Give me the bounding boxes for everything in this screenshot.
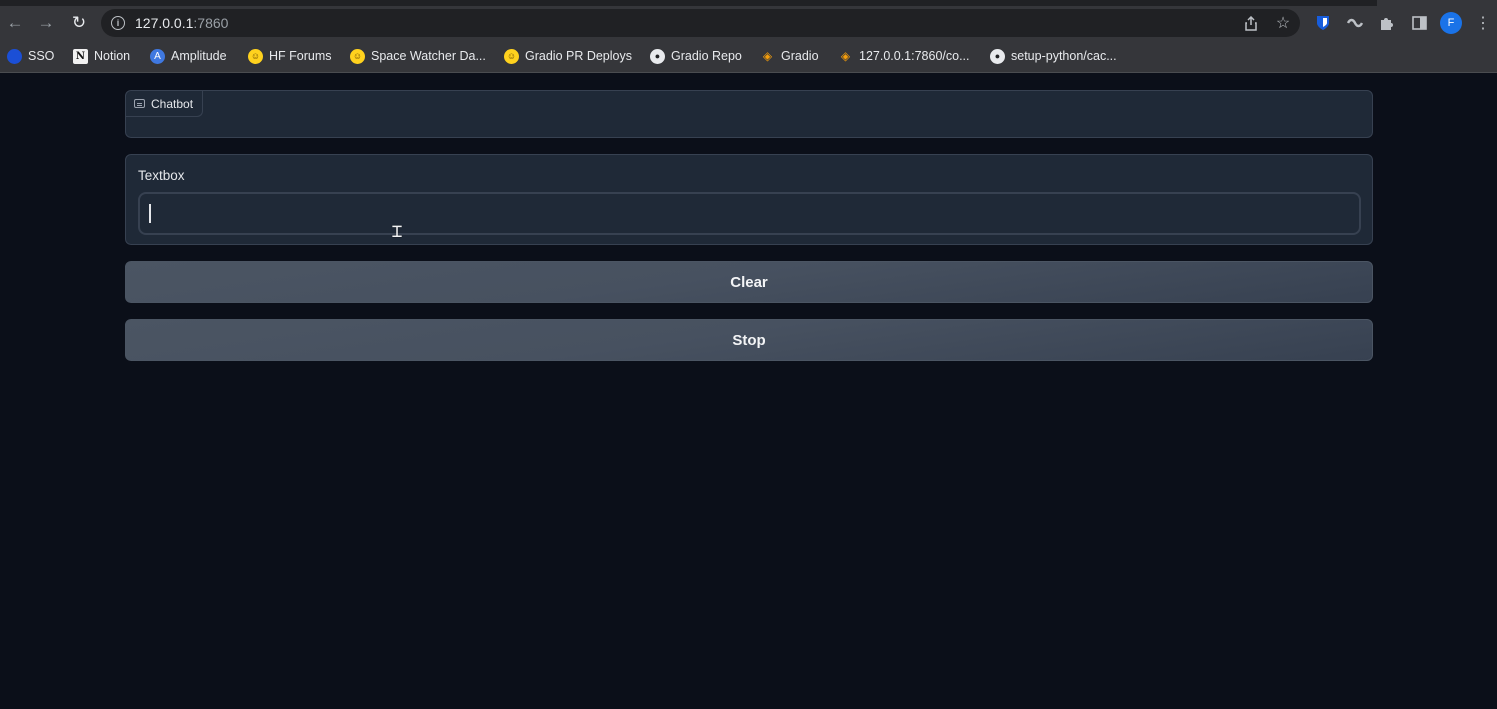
github-icon: ● xyxy=(990,48,1005,64)
bookmark-amplitude[interactable]: A Amplitude xyxy=(150,47,227,65)
bookmark-gradio-pr-deploys[interactable]: ☺ Gradio PR Deploys xyxy=(504,47,632,65)
huggingface-icon: ☺ xyxy=(248,48,263,64)
bookmarks-bar: SSO N Notion A Amplitude ☺ HF Forums ☺ Space… xyxy=(0,40,1497,73)
profile-avatar[interactable]: F xyxy=(1440,12,1462,34)
bookmark-label: Gradio Repo xyxy=(671,49,742,63)
extension-icon[interactable] xyxy=(1345,13,1365,33)
bookmark-label: setup-python/cac... xyxy=(1011,49,1117,63)
gradio-icon: ◈ xyxy=(840,49,851,63)
address-bar[interactable]: i 127.0.0.1:7860 ☆ xyxy=(101,9,1300,37)
reload-icon[interactable]: ↻ xyxy=(67,6,91,40)
bookmark-label: HF Forums xyxy=(269,49,332,63)
textbox-label: Textbox xyxy=(138,168,185,183)
bookmark-sso[interactable]: SSO xyxy=(7,47,54,65)
chatbot-label: Chatbot xyxy=(151,96,194,111)
site-info-icon[interactable]: i xyxy=(111,16,125,30)
side-panel-icon[interactable] xyxy=(1409,13,1429,33)
url-text[interactable]: 127.0.0.1:7860 xyxy=(135,15,228,31)
bookmark-label: Space Watcher Da... xyxy=(371,49,486,63)
bookmark-gradio[interactable]: ◈ Gradio xyxy=(760,47,819,65)
back-icon[interactable]: ← xyxy=(3,6,27,40)
text-caret xyxy=(149,204,151,223)
bookmark-label: Gradio xyxy=(781,49,819,63)
bookmark-label: Amplitude xyxy=(171,49,227,63)
sso-icon xyxy=(7,48,22,64)
bookmark-hf-forums[interactable]: ☺ HF Forums xyxy=(248,47,332,65)
bookmark-notion[interactable]: N Notion xyxy=(73,47,130,65)
menu-kebab-icon[interactable]: ⋮ xyxy=(1473,13,1493,33)
bookmark-label: 127.0.0.1:7860/co... xyxy=(859,49,970,63)
gradio-icon: ◈ xyxy=(762,49,773,63)
bookmark-label: Notion xyxy=(94,49,131,63)
bookmark-localhost[interactable]: ◈ 127.0.0.1:7860/co... xyxy=(838,47,970,65)
bookmark-label: Gradio PR Deploys xyxy=(525,49,632,63)
amplitude-icon: A xyxy=(150,48,165,64)
clear-button[interactable]: Clear xyxy=(125,261,1373,303)
bookmark-setup-python[interactable]: ● setup-python/cac... xyxy=(990,47,1117,65)
text-cursor-icon: ⌶ xyxy=(391,221,403,242)
url-host: 127.0.0.1 xyxy=(135,15,194,31)
stop-button[interactable]: Stop xyxy=(125,319,1373,361)
browser-toolbar: ← → ↻ i 127.0.0.1:7860 ☆ F ⋮ xyxy=(0,6,1497,40)
chat-icon xyxy=(134,99,145,108)
github-icon: ● xyxy=(650,48,665,64)
forward-icon[interactable]: → xyxy=(34,6,58,40)
bookmark-star-icon[interactable]: ☆ xyxy=(1273,13,1293,33)
huggingface-icon: ☺ xyxy=(350,48,365,64)
chatbot-panel: Chatbot xyxy=(125,90,1373,138)
bookmark-space-watcher[interactable]: ☺ Space Watcher Da... xyxy=(350,47,486,65)
url-port: :7860 xyxy=(193,15,229,31)
notion-icon: N xyxy=(73,48,88,64)
huggingface-icon: ☺ xyxy=(504,48,519,64)
message-input[interactable] xyxy=(138,192,1361,235)
textbox-panel: Textbox xyxy=(125,154,1373,245)
share-icon[interactable] xyxy=(1241,13,1261,33)
chatbot-label-chip: Chatbot xyxy=(126,91,204,117)
bitwarden-icon[interactable] xyxy=(1313,13,1333,33)
bookmark-gradio-repo[interactable]: ● Gradio Repo xyxy=(650,47,742,65)
bookmark-label: SSO xyxy=(28,49,55,63)
puzzle-icon[interactable] xyxy=(1377,13,1397,33)
